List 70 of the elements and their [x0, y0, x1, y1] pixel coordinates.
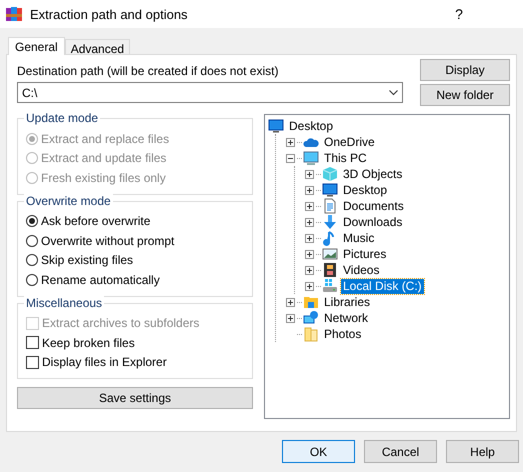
tree-item[interactable]: Network: [322, 310, 370, 326]
expand-icon[interactable]: [305, 186, 314, 194]
tab[interactable]: Advanced: [64, 39, 130, 54]
radio-button[interactable]: [26, 254, 38, 266]
field-label: Destination path (will be created if does not exist): [17, 64, 280, 78]
option-label: Skip existing files: [41, 253, 134, 268]
books-icon: [6, 6, 22, 22]
dialog-button[interactable]: OK: [282, 440, 355, 463]
checkbox[interactable]: [26, 356, 39, 369]
side-button[interactable]: Display: [420, 59, 510, 81]
path-combo-box[interactable]: C:\: [17, 82, 403, 103]
expand-icon[interactable]: [286, 314, 295, 322]
option-label: Extract archives to subfolders: [42, 316, 200, 330]
radio-button[interactable]: [26, 274, 38, 286]
globe-monitor-icon: [303, 310, 319, 326]
download-icon: [322, 214, 338, 230]
option-label: Keep broken files: [42, 336, 135, 350]
monitor-icon: [268, 118, 284, 134]
tree-item[interactable]: Desktop: [287, 118, 336, 134]
collapse-icon[interactable]: [286, 154, 295, 162]
radio-button[interactable]: [26, 215, 38, 228]
expand-icon[interactable]: [286, 298, 295, 306]
image-icon: [322, 246, 338, 262]
tree-item[interactable]: Downloads: [341, 214, 404, 230]
group-title: Overwrite mode: [24, 194, 113, 208]
tree-item[interactable]: Videos: [341, 262, 382, 278]
drive-icon: [322, 278, 338, 294]
expand-icon[interactable]: [305, 250, 314, 258]
monitor-icon: [322, 182, 338, 198]
expand-icon[interactable]: [305, 282, 314, 290]
option-label: Ask before overwrite: [41, 214, 150, 228]
group-title: Miscellaneous: [24, 296, 104, 310]
tree-item[interactable]: Local Disk (C:): [341, 278, 424, 294]
checkbox[interactable]: [26, 336, 39, 350]
folder-icon: [303, 294, 319, 310]
tree-item[interactable]: Desktop: [341, 182, 390, 198]
window-title: Extraction path and options: [30, 6, 188, 22]
dialog-button[interactable]: Cancel: [364, 440, 437, 463]
document-icon: [322, 198, 338, 214]
save-settings-button[interactable]: Save settings: [17, 387, 253, 409]
tree-item[interactable]: Documents: [341, 198, 406, 214]
tree-item[interactable]: 3D Objects: [341, 166, 404, 182]
tree-item[interactable]: Music: [341, 230, 376, 246]
tree-item[interactable]: Photos: [322, 326, 364, 342]
option-label: Display files in Explorer: [42, 355, 167, 370]
option-label: Fresh existing files only: [41, 170, 166, 185]
option-label: Extract and replace files: [41, 132, 170, 146]
expand-icon[interactable]: [305, 202, 314, 210]
tab[interactable]: General: [8, 37, 65, 55]
film-icon: [322, 262, 338, 278]
expand-icon[interactable]: [305, 266, 314, 274]
expand-icon[interactable]: [286, 138, 295, 146]
tree-item[interactable]: Pictures: [341, 246, 388, 262]
tree-item[interactable]: This PC: [322, 150, 369, 166]
tree-item[interactable]: Libraries: [322, 294, 372, 310]
tree-item[interactable]: OneDrive: [322, 134, 377, 150]
folder-icon: [303, 326, 319, 342]
help-button[interactable]: ?: [451, 6, 467, 22]
cube-icon: [322, 166, 338, 182]
dialog-button[interactable]: Help: [446, 440, 519, 463]
expand-icon[interactable]: [305, 218, 314, 226]
option-label: Rename automatically: [41, 272, 160, 287]
radio-button[interactable]: [26, 234, 38, 247]
group-title: Update mode: [24, 111, 100, 125]
side-button[interactable]: New folder: [420, 84, 510, 106]
expand-icon[interactable]: [305, 170, 314, 178]
option-label: Overwrite without prompt: [41, 234, 174, 248]
expand-icon[interactable]: [305, 234, 314, 242]
computer-icon: [303, 150, 319, 166]
option-label: Extract and update files: [41, 151, 166, 166]
